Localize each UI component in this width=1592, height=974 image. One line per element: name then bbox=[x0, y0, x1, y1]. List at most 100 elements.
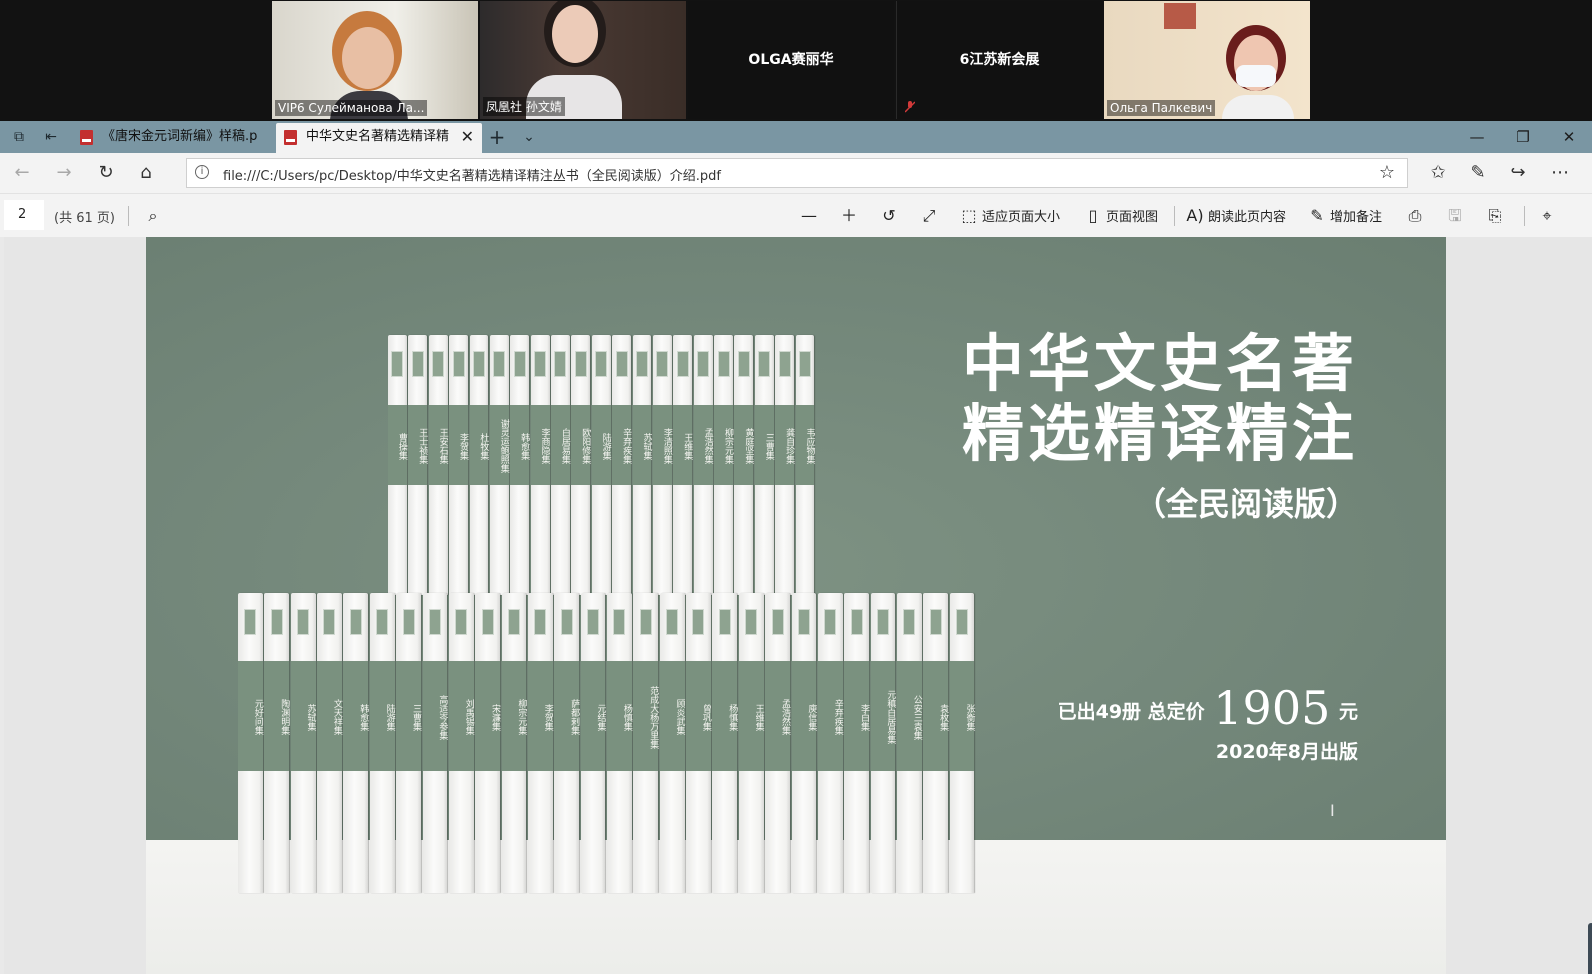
spine-title: 杨慎集 bbox=[727, 703, 738, 731]
spine-emblem bbox=[587, 609, 600, 635]
save-as-icon[interactable]: ⎘ bbox=[1486, 202, 1508, 230]
favorite-star-icon[interactable]: ☆ bbox=[1379, 162, 1395, 183]
spine-emblem bbox=[297, 609, 310, 635]
spine-emblem bbox=[903, 609, 916, 635]
page-view-button[interactable]: ▯ 页面视图 bbox=[1084, 202, 1158, 230]
tab-actions-icon[interactable]: ⧉ bbox=[8, 127, 30, 147]
spine-emblem bbox=[824, 609, 837, 635]
address-bar[interactable]: i file:///C:/Users/pc/Desktop/中华文史名著精选精译… bbox=[186, 158, 1408, 188]
spine-title: 韦应物集 bbox=[804, 428, 815, 464]
page-view-icon: ▯ bbox=[1088, 206, 1098, 225]
forward-arrow-icon[interactable]: → bbox=[52, 161, 76, 185]
book-spine: 刘禹锡集 bbox=[448, 593, 474, 893]
search-icon[interactable]: ⌕ bbox=[144, 202, 166, 230]
info-icon[interactable]: i bbox=[195, 165, 209, 179]
add-notes-button[interactable]: ✎ 增加备注 bbox=[1308, 202, 1382, 230]
new-tab-button[interactable]: + bbox=[486, 127, 508, 147]
tab-list-chevron-icon[interactable]: ⌄ bbox=[518, 127, 540, 147]
book-spine: 三曹集 bbox=[396, 593, 421, 893]
spine-emblem bbox=[615, 351, 628, 377]
close-tab-icon[interactable]: ✕ bbox=[461, 123, 474, 151]
spine-title: 元好问集 bbox=[252, 699, 263, 735]
cover-title-block: 中华文史名著 精选精译精注 （全民阅读版） bbox=[962, 329, 1358, 525]
pdf-file-icon bbox=[80, 130, 93, 145]
spine-emblem bbox=[718, 609, 731, 635]
participant-video-tile-1[interactable]: VIP6 Сулейманова Ла... bbox=[272, 1, 478, 119]
zoom-in-icon[interactable]: ＋ bbox=[840, 202, 862, 230]
spine-emblem bbox=[697, 351, 710, 377]
fullscreen-icon[interactable]: ⤢ bbox=[920, 202, 942, 230]
pen-icon[interactable]: ✎ bbox=[1466, 161, 1490, 185]
book-spine: 欧阳修集 bbox=[571, 335, 591, 595]
tab-current-pdf[interactable]: 中华文史名著精选精译精 ✕ bbox=[276, 123, 482, 153]
scrollbar-thumb[interactable] bbox=[1588, 923, 1592, 974]
participant-audio-tile-3[interactable]: OLGA赛丽华 bbox=[688, 1, 894, 119]
book-spine: 王士祯集 bbox=[408, 335, 428, 595]
read-aloud-icon: A) bbox=[1186, 206, 1204, 225]
participant-video-tile-5[interactable]: Ольга Палкевич bbox=[1104, 1, 1310, 119]
rotate-icon[interactable]: ↺ bbox=[880, 202, 902, 230]
spine-emblem bbox=[554, 351, 567, 377]
book-spine: 王安石集 bbox=[428, 335, 448, 595]
spine-emblem bbox=[636, 351, 648, 377]
spine-emblem bbox=[513, 351, 526, 377]
book-spine: 宋濂集 bbox=[475, 593, 501, 893]
book-spine: 柳宗元集 bbox=[714, 335, 733, 595]
pdf-file-icon bbox=[284, 130, 297, 145]
price-value: 1905 bbox=[1213, 681, 1331, 735]
tab-label: 《唐宋金元词新编》样稿.p bbox=[102, 129, 258, 144]
participant-name-label: VIP6 Сулейманова Ла... bbox=[275, 100, 428, 116]
book-spine: 范成大杨万里集 bbox=[633, 593, 659, 893]
spine-emblem bbox=[850, 609, 863, 635]
print-icon[interactable]: ⎙ bbox=[1406, 202, 1428, 230]
spine-title: 三曹集 bbox=[763, 432, 774, 460]
spine-title: 苏轼集 bbox=[641, 432, 652, 460]
spine-title: 陆游集 bbox=[384, 703, 395, 731]
spine-title: 文天祥集 bbox=[331, 699, 342, 735]
spine-emblem bbox=[560, 609, 573, 635]
fit-page-button[interactable]: ⬚ 适应页面大小 bbox=[960, 202, 1060, 230]
book-spine: 陆游集 bbox=[591, 335, 611, 595]
pdf-viewport[interactable]: 曹操集 王士祯集 王安石集 李贺集 杜牧集 谢灵运鲍照集 韩愈集 李商隐集 白居易集 欧阳修集 陆游… bbox=[4, 237, 1592, 974]
browser-window: ⧉ ⇤ 《唐宋金元词新编》样稿.p 中华文史名著精选精译精 ✕ + ⌄ — ❐ … bbox=[0, 121, 1592, 974]
pin-toolbar-icon[interactable]: ⌖ bbox=[1538, 202, 1560, 230]
spine-emblem bbox=[666, 609, 679, 635]
spine-title: 曹操集 bbox=[396, 432, 407, 460]
participant-video-tile-2[interactable]: 凤凰社 孙文婧 bbox=[480, 1, 686, 119]
page-number-input[interactable]: 2 bbox=[4, 200, 44, 230]
spine-title: 白居易集 bbox=[559, 428, 570, 464]
favorites-icon[interactable]: ✩ bbox=[1426, 161, 1450, 185]
pen-icon: ✎ bbox=[1310, 206, 1324, 225]
more-menu-icon[interactable]: ⋯ bbox=[1548, 161, 1572, 185]
book-spine: 孟浩然集 bbox=[693, 335, 713, 595]
book-spine: 黄庭坚集 bbox=[734, 335, 754, 595]
spine-title: 宋濂集 bbox=[490, 703, 501, 731]
spine-title: 元稹白居易集 bbox=[885, 690, 896, 744]
tab-tang-song-draft[interactable]: 《唐宋金元词新编》样稿.p bbox=[72, 123, 272, 153]
participant-audio-tile-4[interactable]: 6江苏新会展 bbox=[896, 1, 1102, 119]
set-aside-tabs-icon[interactable]: ⇤ bbox=[40, 127, 62, 147]
spine-title: 李贺集 bbox=[458, 432, 469, 460]
wall-picture bbox=[1164, 3, 1196, 29]
zoom-out-icon[interactable]: — bbox=[800, 202, 822, 230]
home-icon[interactable]: ⌂ bbox=[134, 161, 158, 185]
address-url[interactable]: file:///C:/Users/pc/Desktop/中华文史名著精选精译精注… bbox=[223, 165, 721, 184]
close-window-button[interactable]: ✕ bbox=[1546, 121, 1592, 153]
save-icon[interactable]: 🖫 bbox=[1446, 202, 1468, 230]
spine-title: 王安石集 bbox=[437, 428, 448, 464]
book-spine: 辛弃疾集 bbox=[612, 335, 632, 595]
spine-title: 顾炎武集 bbox=[674, 699, 685, 735]
participant-5-portrait bbox=[1218, 25, 1298, 119]
book-spine: 苏轼集 bbox=[290, 593, 316, 893]
refresh-icon[interactable]: ↻ bbox=[94, 161, 118, 185]
spine-title: 苏轼集 bbox=[305, 703, 316, 731]
restore-button[interactable]: ❐ bbox=[1500, 121, 1546, 153]
minimize-button[interactable]: — bbox=[1454, 121, 1500, 153]
fit-page-label: 适应页面大小 bbox=[982, 210, 1061, 225]
share-icon[interactable]: ↪ bbox=[1506, 161, 1530, 185]
read-aloud-button[interactable]: A) 朗读此页内容 bbox=[1186, 202, 1286, 230]
price-unit: 元 bbox=[1338, 701, 1358, 723]
back-arrow-icon[interactable]: ← bbox=[10, 161, 34, 185]
spine-title: 欧阳修集 bbox=[580, 428, 591, 464]
book-spine: 苏轼集 bbox=[632, 335, 652, 595]
